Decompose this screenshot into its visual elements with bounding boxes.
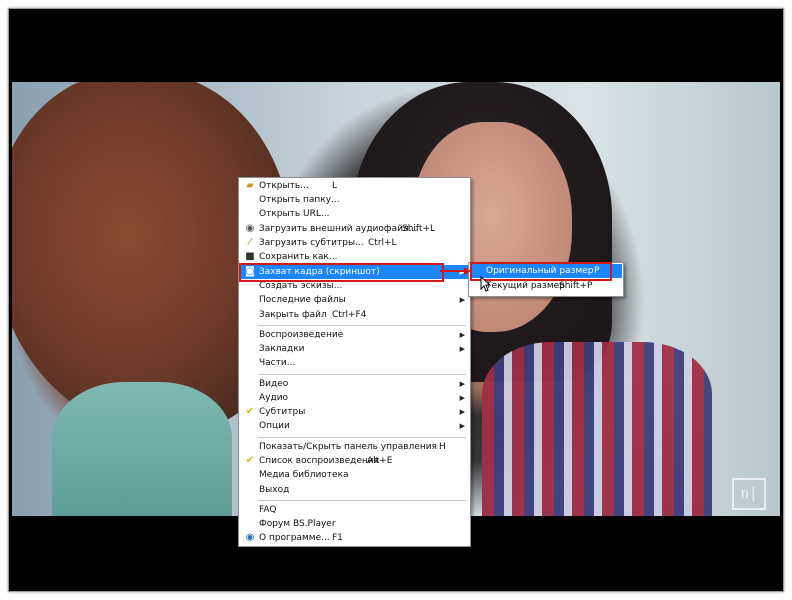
- menu-item-subtitles[interactable]: ✔ Субтитры ▶: [240, 405, 469, 419]
- menu-item-label: Загрузить субтитры...: [259, 238, 364, 248]
- submenu-arrow-icon: ▶: [459, 408, 465, 416]
- submenu-item-current-size[interactable]: Текущий размер Shift+P: [470, 279, 622, 293]
- menu-item-label: Список воспроизведения: [259, 456, 380, 466]
- menu-separator: [258, 500, 466, 501]
- menu-item-label: Загрузить внешний аудиофайл...: [259, 224, 418, 234]
- menu-item-bookmarks[interactable]: Закладки ▶: [240, 342, 469, 356]
- menu-item-label: Показать/Скрыть панель управления: [259, 442, 437, 452]
- menu-item-playback[interactable]: Воспроизведение ▶: [240, 328, 469, 342]
- menu-item-toggle-control-panel[interactable]: Показать/Скрыть панель управления H: [240, 440, 469, 454]
- submenu-arrow-icon: ▶: [459, 380, 465, 388]
- menu-item-label: Открыть...: [259, 181, 309, 191]
- annotation-highlight-box: [239, 263, 444, 282]
- menu-item-shortcut: H: [439, 442, 446, 452]
- audio-file-icon: ◉: [245, 223, 255, 234]
- menu-item-options[interactable]: Опции ▶: [240, 419, 469, 433]
- menu-item-shortcut: Alt+E: [367, 456, 393, 466]
- menu-item-label: Форум BS.Player: [259, 519, 336, 529]
- menu-item-open[interactable]: ▰ Открыть... L: [240, 179, 469, 193]
- menu-item-label: Аудио: [259, 393, 289, 403]
- menu-item-audio[interactable]: Аудио ▶: [240, 391, 469, 405]
- menu-item-shortcut: Shift+L: [402, 224, 436, 234]
- menu-item-label: Последние файлы: [259, 295, 346, 305]
- menu-item-label: О программе...: [259, 533, 330, 543]
- folder-open-icon: ▰: [246, 180, 254, 191]
- menu-item-forum[interactable]: Форум BS.Player: [240, 517, 469, 531]
- submenu-item-shortcut: Shift+P: [559, 281, 593, 291]
- menu-item-recent-files[interactable]: Последние файлы ▶: [240, 293, 469, 307]
- context-menu: ▰ Открыть... L Открыть папку... Открыть …: [238, 177, 471, 547]
- video-watermark-logo: n|: [732, 478, 766, 510]
- menu-item-label: FAQ: [259, 505, 277, 515]
- menu-item-label: Открыть папку...: [259, 195, 340, 205]
- menu-item-open-url[interactable]: Открыть URL...: [240, 207, 469, 221]
- mouse-cursor-icon: [480, 276, 492, 292]
- menu-item-close-file[interactable]: Закрыть файл Ctrl+F4: [240, 308, 469, 322]
- menu-item-label: Выход: [259, 485, 290, 495]
- menu-item-load-subtitles[interactable]: ⁄ Загрузить субтитры... Ctrl+L: [240, 236, 469, 250]
- menu-item-label: Закрыть файл: [259, 310, 327, 320]
- menu-item-about[interactable]: ◉ О программе... F1: [240, 531, 469, 545]
- submenu-item-label: Текущий размер: [486, 281, 565, 291]
- menu-item-shortcut: L: [332, 181, 338, 191]
- menu-item-label: Видео: [259, 379, 289, 389]
- video-person-right-shirt: [482, 342, 712, 516]
- menu-item-save-as[interactable]: ■ Сохранить как...: [240, 250, 469, 264]
- menu-separator: [258, 325, 466, 326]
- menu-item-label: Опции: [259, 421, 290, 431]
- info-icon: ◉: [245, 532, 255, 543]
- menu-item-load-audio[interactable]: ◉ Загрузить внешний аудиофайл... Shift+L: [240, 222, 469, 236]
- menu-item-chapters[interactable]: Части...: [240, 356, 469, 370]
- menu-item-playlist[interactable]: ✔ Список воспроизведения Alt+E: [240, 454, 469, 468]
- menu-item-exit[interactable]: Выход: [240, 483, 469, 497]
- menu-item-label: Субтитры: [259, 407, 306, 417]
- submenu-arrow-icon: ▶: [459, 345, 465, 353]
- menu-separator: [258, 374, 466, 375]
- menu-separator: [258, 437, 466, 438]
- menu-item-label: Сохранить как...: [259, 252, 338, 262]
- menu-item-shortcut: Ctrl+F4: [332, 310, 367, 320]
- menu-item-video[interactable]: Видео ▶: [240, 377, 469, 391]
- submenu-arrow-icon: ▶: [459, 422, 465, 430]
- submenu-arrow-icon: ▶: [459, 331, 465, 339]
- annotation-arrow-icon: [440, 267, 471, 275]
- checkmark-icon: ✔: [245, 406, 255, 417]
- menu-item-shortcut: F1: [332, 533, 343, 543]
- menu-item-faq[interactable]: FAQ: [240, 503, 469, 517]
- menu-item-label: Медиа библиотека: [259, 470, 349, 480]
- menu-item-label: Части...: [259, 358, 296, 368]
- checkmark-icon: ✔: [245, 455, 255, 466]
- menu-item-media-library[interactable]: Медиа библиотека: [240, 468, 469, 482]
- menu-item-label: Воспроизведение: [259, 330, 344, 340]
- submenu-arrow-icon: ▶: [459, 296, 465, 304]
- video-person-left-shoulder: [52, 382, 232, 516]
- menu-item-label: Открыть URL...: [259, 209, 330, 219]
- pencil-icon: ⁄: [249, 237, 251, 248]
- floppy-disk-icon: ■: [245, 251, 255, 262]
- menu-item-label: Закладки: [259, 344, 305, 354]
- menu-item-shortcut: Ctrl+L: [368, 238, 397, 248]
- menu-item-open-folder[interactable]: Открыть папку...: [240, 193, 469, 207]
- submenu-arrow-icon: ▶: [459, 394, 465, 402]
